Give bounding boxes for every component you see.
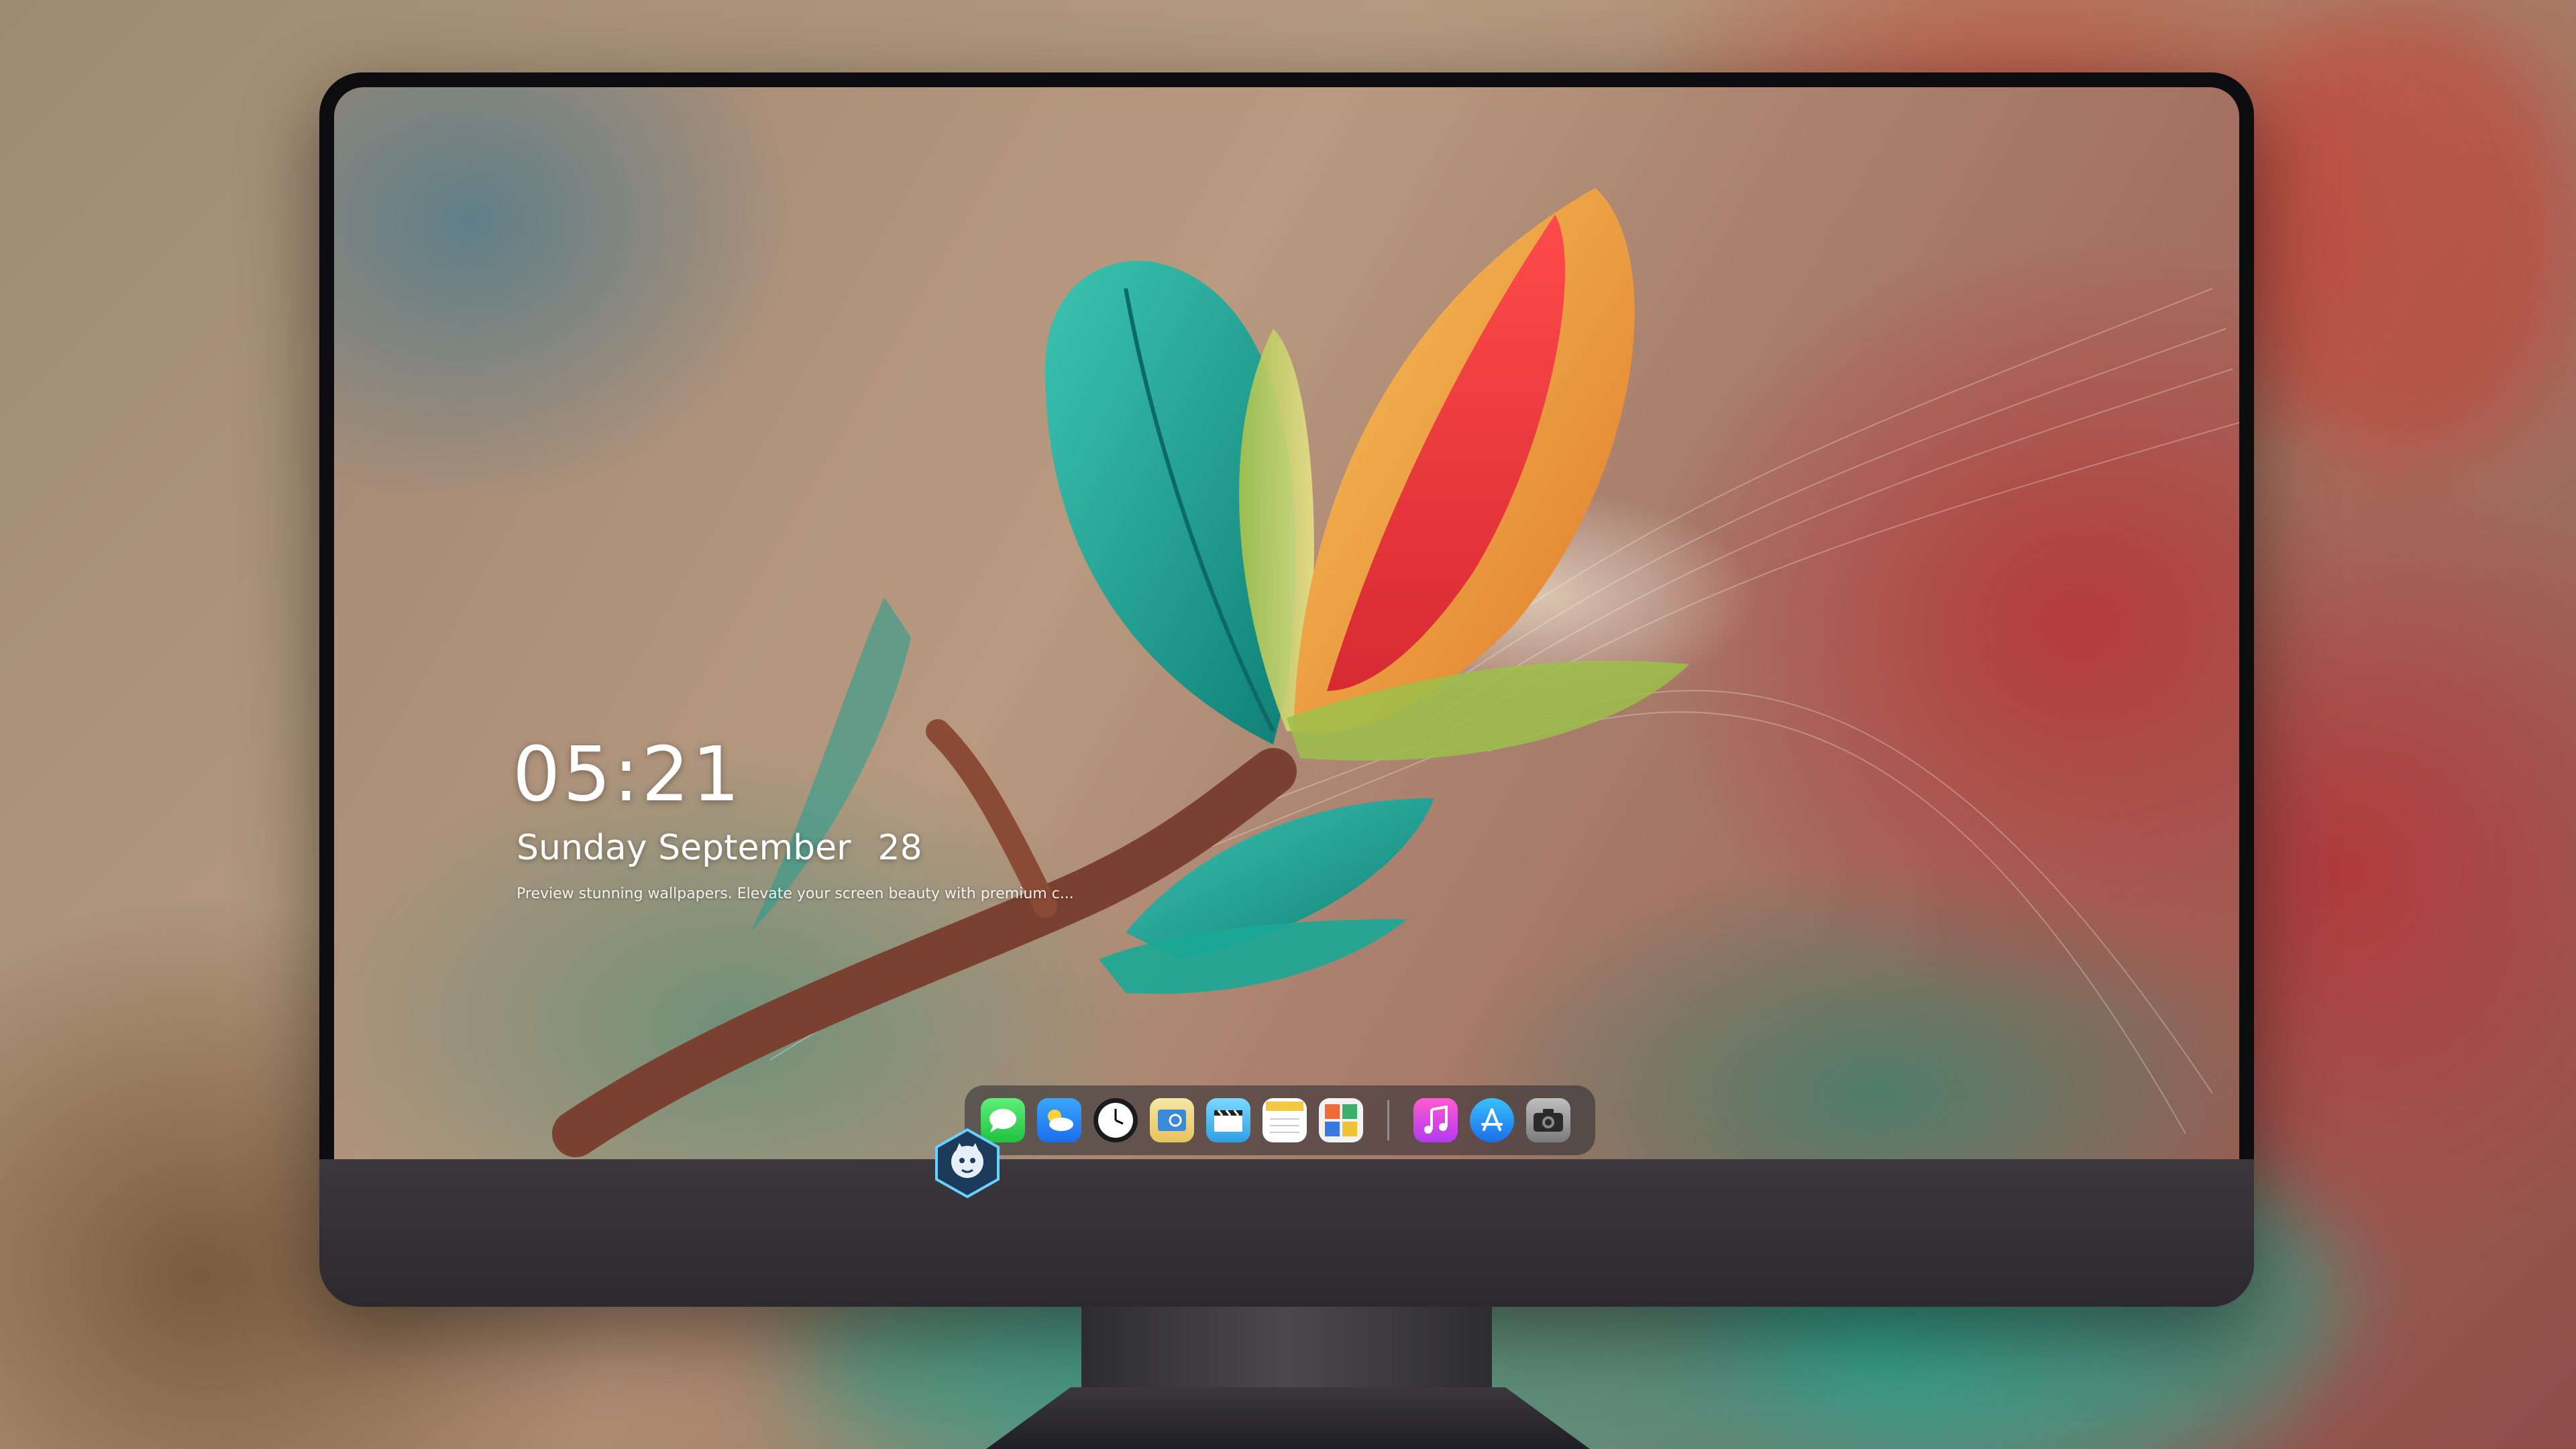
app-store-icon[interactable] — [1470, 1098, 1514, 1142]
monitor: 05:21 Sunday September 28 Preview stunni… — [319, 72, 2254, 1307]
camera-icon[interactable] — [1526, 1098, 1570, 1142]
weather-icon[interactable] — [1037, 1098, 1081, 1142]
monitor-stand-neck — [1081, 1307, 1492, 1395]
monitor-chin — [319, 1159, 2254, 1307]
dock — [965, 1085, 1595, 1155]
lock-date: Sunday September 28 — [517, 828, 922, 868]
music-note-icon[interactable] — [1413, 1098, 1458, 1142]
lock-day: 28 — [877, 828, 922, 868]
lock-caption: Preview stunning wallpapers. Elevate you… — [517, 885, 1074, 902]
background-blur-red — [2214, 0, 2576, 470]
wallpaper-leaves — [552, 188, 2239, 1157]
lock-time: 05:21 — [513, 731, 743, 818]
dock-separator — [1387, 1100, 1389, 1140]
lock-weekday-month: Sunday September — [517, 828, 851, 868]
monitor-stand-base — [986, 1387, 1590, 1449]
clock-icon[interactable] — [1093, 1098, 1138, 1142]
brand-logo-icon — [935, 1128, 1000, 1199]
desktop-screen: 05:21 Sunday September 28 Preview stunni… — [334, 87, 2239, 1159]
photo-collage-icon[interactable] — [1319, 1098, 1363, 1142]
preview-icon[interactable] — [1150, 1098, 1194, 1142]
clips-icon[interactable] — [1206, 1098, 1250, 1142]
notes-icon[interactable] — [1263, 1098, 1307, 1142]
